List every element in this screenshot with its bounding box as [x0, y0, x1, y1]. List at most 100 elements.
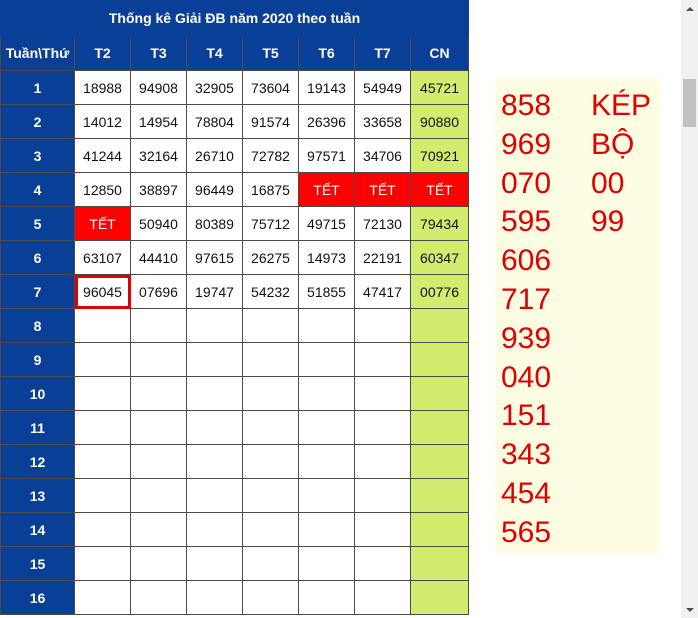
result-cell: 26710: [186, 138, 243, 173]
week-number: 2: [0, 104, 75, 139]
result-cell: [354, 512, 411, 547]
result-cell: 51855: [298, 274, 355, 309]
result-cell: 96045: [74, 274, 131, 309]
side-number: 595: [501, 205, 552, 239]
result-cell: [74, 410, 131, 445]
side-number: 040: [501, 360, 552, 394]
table-row: 3 41244 32164 26710 72782 97571 34706 70921: [0, 138, 469, 173]
header-day-t3: T3: [130, 35, 187, 71]
result-cell: [354, 444, 411, 479]
result-cell: [409, 308, 469, 343]
table-row: 11: [0, 410, 469, 445]
scroll-down-button[interactable]: [681, 601, 698, 618]
side-number: 565: [501, 515, 552, 549]
side-panel: 858 969 070 595 606 717 939 040 151 343 454 565 KÉP…: [495, 79, 660, 553]
result-cell: [186, 444, 243, 479]
result-cell: [186, 376, 243, 411]
table-row: 8: [0, 308, 469, 343]
result-cell: 41244: [74, 138, 131, 173]
result-cell: [298, 546, 355, 581]
tet-cell: TẾT: [74, 206, 131, 241]
result-cell: 94908: [130, 70, 187, 105]
scroll-up-button[interactable]: [681, 0, 698, 17]
result-cell: 47417: [354, 274, 411, 309]
result-cell: 16875: [242, 172, 299, 207]
result-cell: [242, 376, 299, 411]
week-number: 7: [0, 274, 75, 309]
side-number: 717: [501, 282, 552, 316]
result-cell: [354, 580, 411, 615]
side-number: 070: [501, 166, 552, 200]
result-cell: [242, 444, 299, 479]
result-cell: 73604: [242, 70, 299, 105]
header-day-t5: T5: [242, 35, 299, 71]
week-number: 8: [0, 308, 75, 343]
result-cell: 19143: [298, 70, 355, 105]
tet-cell: TẾT: [409, 172, 469, 207]
result-cell: 33658: [354, 104, 411, 139]
side-number: 606: [501, 244, 552, 278]
table-row: 4 12850 38897 96449 16875 TẾT TẾT TẾT: [0, 172, 469, 207]
result-cell: 78804: [186, 104, 243, 139]
result-cell: [186, 546, 243, 581]
side-number: 969: [501, 127, 552, 161]
result-cell: [242, 308, 299, 343]
vertical-scrollbar[interactable]: [681, 0, 698, 618]
week-number: 1: [0, 70, 75, 105]
result-cell: [242, 478, 299, 513]
result-cell: 97615: [186, 240, 243, 275]
result-cell: [130, 580, 187, 615]
result-cell: 79434: [409, 206, 469, 241]
result-cell: [74, 342, 131, 377]
result-cell: [409, 342, 469, 377]
week-number: 3: [0, 138, 75, 173]
table-row: 12: [0, 444, 469, 479]
tet-cell: TẾT: [354, 172, 411, 207]
result-cell: [354, 342, 411, 377]
table-row: 13: [0, 478, 469, 513]
table-row: 16: [0, 580, 469, 615]
result-cell: 07696: [130, 274, 187, 309]
result-cell: 96449: [186, 172, 243, 207]
week-number: 14: [0, 512, 75, 547]
table-body: 1 18988 94908 32905 73604 19143 54949 45721 2 140…: [0, 70, 469, 615]
result-cell: 50940: [130, 206, 187, 241]
header-day-t7: T7: [354, 35, 411, 71]
result-cell: [130, 308, 187, 343]
table-row: 2 14012 14954 78804 91574 26396 33658 90880: [0, 104, 469, 139]
week-number: 4: [0, 172, 75, 207]
result-cell: [74, 546, 131, 581]
week-number: 15: [0, 546, 75, 581]
result-cell: 97571: [298, 138, 355, 173]
result-cell: 14973: [298, 240, 355, 275]
result-cell: [74, 376, 131, 411]
result-cell: [354, 410, 411, 445]
header-day-cn: CN: [409, 35, 469, 71]
result-cell: [354, 546, 411, 581]
result-cell: 14954: [130, 104, 187, 139]
table-row: 10: [0, 376, 469, 411]
week-number: 6: [0, 240, 75, 275]
result-cell: [130, 546, 187, 581]
result-cell: 54232: [242, 274, 299, 309]
result-cell: [186, 308, 243, 343]
triangle-down-icon: [685, 607, 694, 612]
result-cell: [130, 342, 187, 377]
header-day-t2: T2: [74, 35, 131, 71]
result-cell: [186, 342, 243, 377]
result-cell: 22191: [354, 240, 411, 275]
table-row: 9: [0, 342, 469, 377]
result-cell: [354, 376, 411, 411]
result-cell: [74, 478, 131, 513]
side-number: 939: [501, 321, 552, 355]
header-week-day: Tuần\Thứ: [0, 35, 75, 71]
tet-cell: TẾT: [298, 172, 355, 207]
week-number: 10: [0, 376, 75, 411]
table-row: 1 18988 94908 32905 73604 19143 54949 45721: [0, 70, 469, 105]
week-number: 5: [0, 206, 75, 241]
side-label: 00: [591, 166, 625, 200]
result-cell: 60347: [409, 240, 469, 275]
side-number: 343: [501, 438, 552, 472]
result-cell: [242, 342, 299, 377]
scrollbar-thumb[interactable]: [683, 79, 696, 127]
